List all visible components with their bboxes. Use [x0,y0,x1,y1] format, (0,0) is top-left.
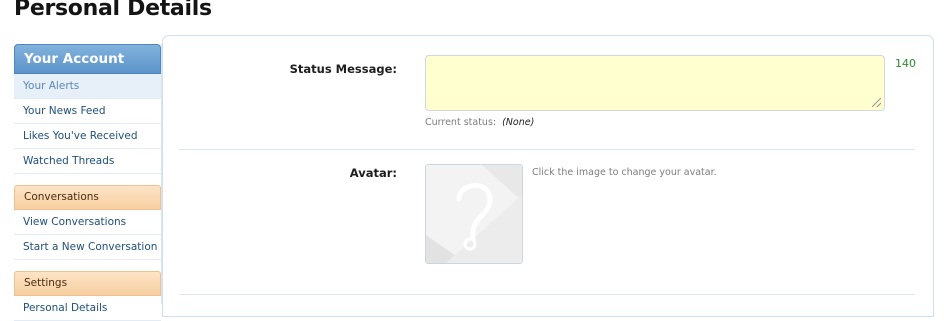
sidebar-item-view-conversations[interactable]: View Conversations [14,210,161,235]
question-mark-avatar-icon [426,165,522,263]
status-message-label: Status Message: [289,62,397,76]
status-message-input[interactable] [425,55,885,111]
conversations-section-header[interactable]: Conversations [14,185,161,210]
current-status-label: Current status: [425,117,497,128]
sidebar: Your Account Your Alerts Your News Feed … [14,44,162,321]
current-status-value: (None) [502,117,535,128]
your-account-header[interactable]: Your Account [14,44,161,74]
sidebar-item-likes-received[interactable]: Likes You've Received [14,124,161,149]
sidebar-item-your-alerts[interactable]: Your Alerts [14,74,161,99]
avatar-hint: Click the image to change your avatar. [532,167,717,178]
sidebar-gap [14,174,161,185]
resize-grip-icon[interactable] [872,98,881,107]
character-counter: 140 [895,57,916,70]
avatar-image[interactable] [425,164,523,264]
form-divider [179,149,915,150]
current-status: Current status: (None) [425,117,534,128]
sidebar-gap [14,260,161,271]
avatar-label: Avatar: [349,166,397,180]
sidebar-item-start-conversation[interactable]: Start a New Conversation [14,235,161,260]
settings-section-header[interactable]: Settings [14,271,161,296]
page-title: Personal Details [14,0,212,21]
sidebar-item-watched-threads[interactable]: Watched Threads [14,149,161,174]
form-divider [179,294,915,295]
personal-details-panel: Status Message: 140 Current status: (None… [162,35,934,317]
sidebar-item-your-news-feed[interactable]: Your News Feed [14,99,161,124]
